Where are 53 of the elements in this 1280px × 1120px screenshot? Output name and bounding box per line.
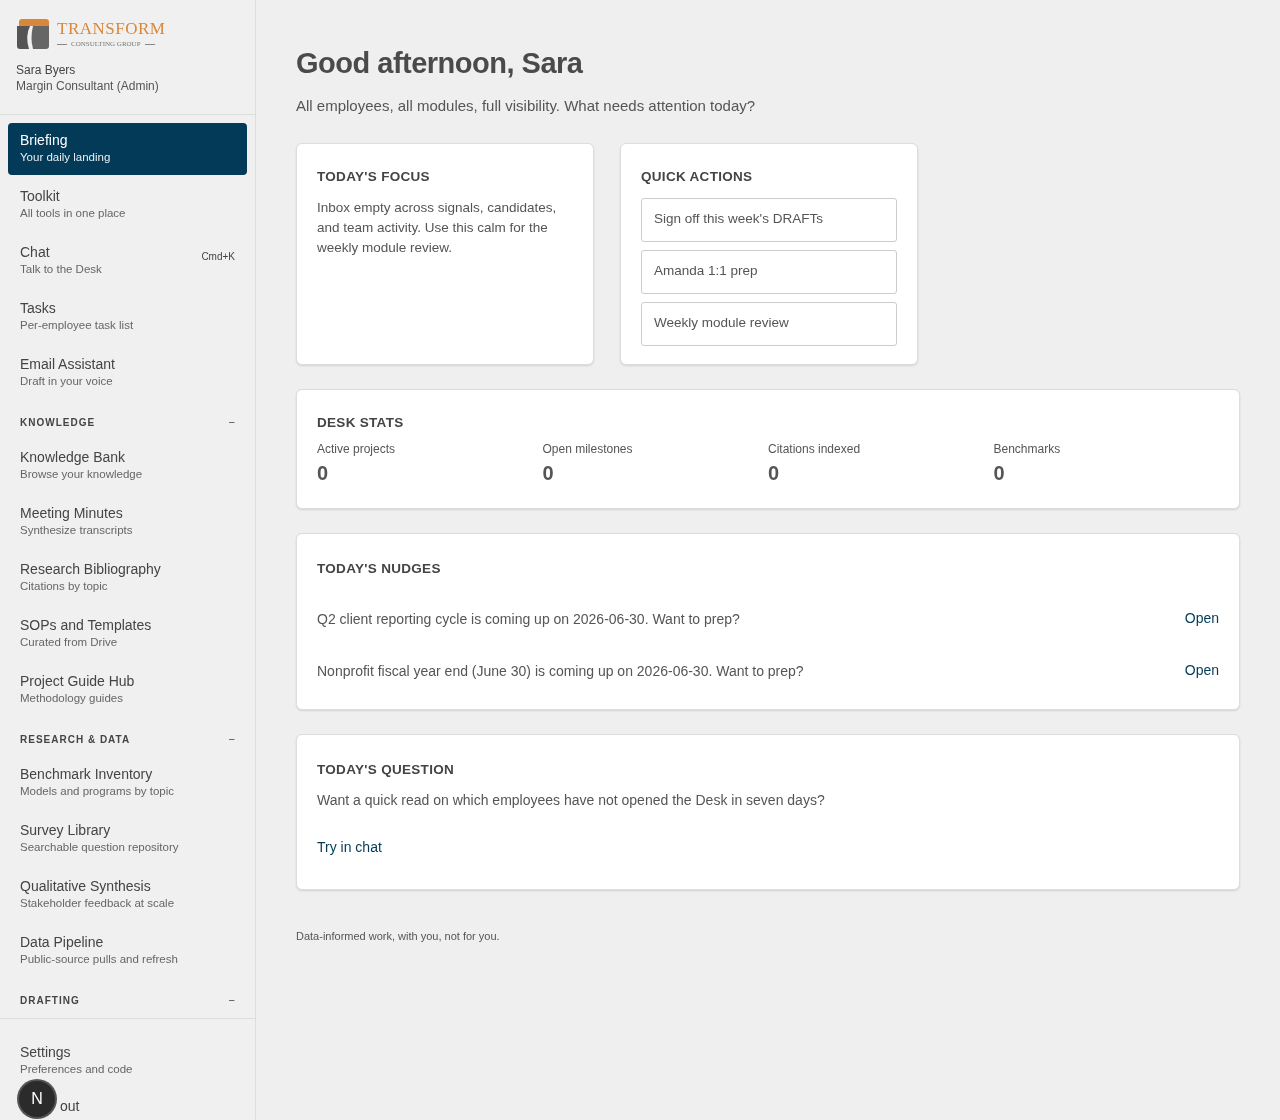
try-in-chat-link[interactable]: Try in chat: [317, 839, 382, 856]
nav-item[interactable]: Project Guide Hub Methodology guides: [8, 664, 247, 716]
card-title: DESK STATS: [317, 414, 404, 433]
nav-item[interactable]: Survey Library Searchable question repository: [8, 813, 247, 865]
quick-action-button[interactable]: Sign off this week's DRAFTs: [641, 197, 897, 242]
stat-label: Active projects: [317, 441, 396, 456]
open-link[interactable]: Open: [1184, 608, 1219, 630]
brand-name: TRANSFORM: [57, 20, 166, 37]
user-role: Margin Consultant (Admin): [16, 79, 159, 93]
nav-item[interactable]: Knowledge Bank Browse your knowledge: [8, 440, 247, 492]
stat-value: 0: [317, 461, 329, 484]
section-heading: RESEARCH & DATA: [20, 733, 131, 747]
stat-value: 0: [542, 461, 554, 484]
quick-action-button[interactable]: Weekly module review: [641, 301, 897, 346]
shortcut-hint: Cmd+K: [201, 250, 235, 264]
stat-label: Open milestones: [542, 441, 633, 456]
nav-item[interactable]: Data Pipeline Public-source pulls and refresh: [8, 925, 247, 977]
stat-label: Benchmarks: [993, 441, 1061, 456]
nav-item[interactable]: Qualitative Synthesis Stakeholder feedback at scale: [8, 869, 247, 921]
nudge-text: Q2 client reporting cycle is coming up on 2026-06-30. Want to prep?: [317, 609, 740, 629]
nav-item[interactable]: Tasks Per-employee task list: [8, 291, 247, 343]
footer-tagline: Data-informed work, with you, not for you.: [296, 930, 500, 943]
card-title: TODAY'S NUDGES: [317, 559, 441, 578]
focus-text: Inbox empty across signals, candidates, and team activity. Use this calm for the weekly module review.: [317, 198, 558, 257]
card-title: TODAY'S FOCUS: [317, 168, 430, 187]
question-text: Want a quick read on which employees have not opened the Desk in seven days?: [317, 792, 825, 809]
stat-value: 0: [768, 461, 780, 484]
quick-action-button[interactable]: Amanda 1:1 prep: [641, 249, 897, 294]
open-link[interactable]: Open: [1184, 660, 1219, 682]
nav-item[interactable]: out: [58, 1097, 82, 1115]
section-heading: DRAFTING: [20, 994, 80, 1008]
stat-label: Citations indexed: [768, 441, 861, 456]
nav-item[interactable]: Research Bibliography Citations by topic: [8, 552, 247, 604]
intro-text: All employees, all modules, full visibility. What needs attention today?: [296, 96, 756, 114]
logo-icon: [16, 18, 49, 50]
nav-item[interactable]: SOPs and Templates Curated from Drive: [8, 608, 247, 660]
nav-item[interactable]: Meeting Minutes Synthesize transcripts: [8, 496, 247, 548]
greeting-heading: Good afternoon, Sara: [296, 47, 583, 79]
nav-item[interactable]: Briefing Your daily landing: [8, 123, 247, 175]
avatar[interactable]: N: [19, 1081, 55, 1117]
nav-item[interactable]: Benchmark Inventory Models and programs by topic: [8, 757, 247, 809]
collapse-toggle[interactable]: −: [228, 732, 235, 747]
nudge-text: Nonprofit fiscal year end (June 30) is coming up on 2026-06-30. Want to prep?: [317, 661, 804, 681]
nav-item[interactable]: Email Assistant Draft in your voice: [8, 347, 247, 399]
nav-item[interactable]: Toolkit All tools in one place: [8, 179, 247, 231]
card-title: QUICK ACTIONS: [641, 168, 753, 187]
collapse-toggle[interactable]: −: [228, 993, 235, 1008]
card-title: TODAY'S QUESTION: [317, 760, 455, 779]
nav-item[interactable]: Chat Talk to the Desk Cmd+K: [8, 235, 247, 287]
user-name: Sara Byers: [16, 63, 76, 77]
section-heading: KNOWLEDGE: [20, 416, 96, 430]
collapse-toggle[interactable]: −: [228, 415, 235, 430]
stat-value: 0: [993, 461, 1005, 484]
